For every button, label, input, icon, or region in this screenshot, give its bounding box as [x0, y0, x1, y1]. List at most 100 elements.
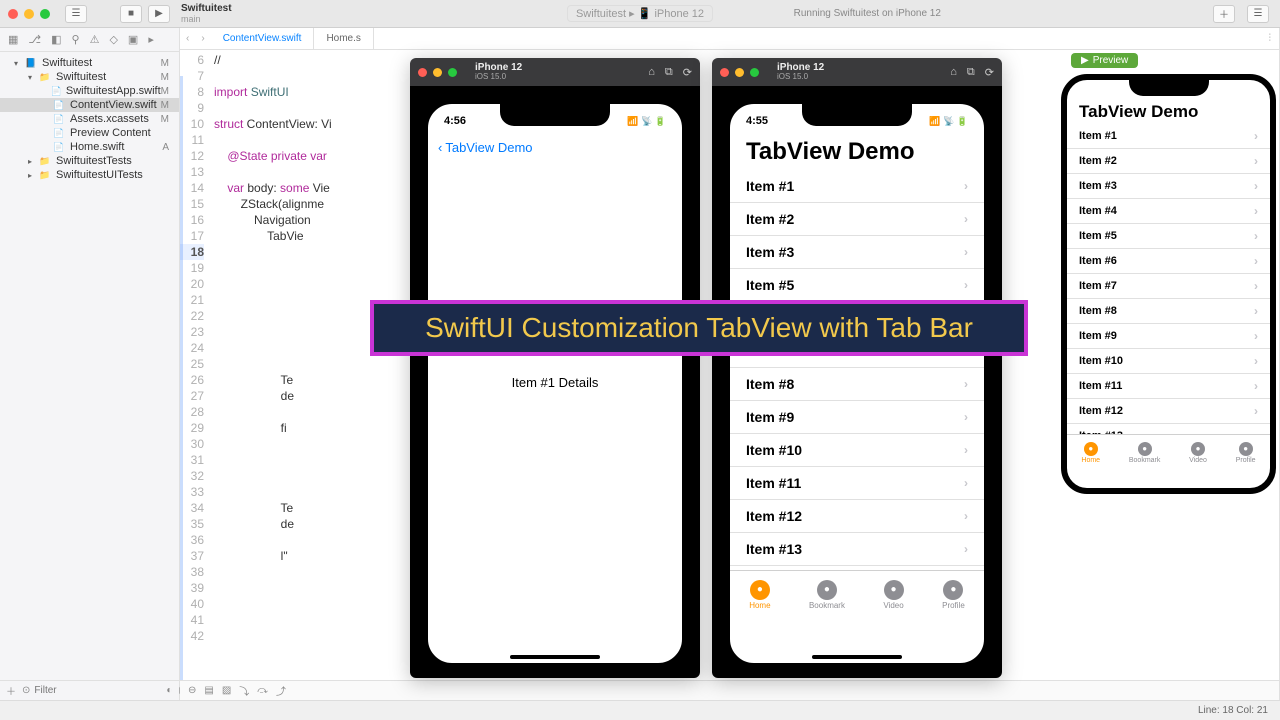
- chevron-right-icon: ›: [1254, 254, 1258, 268]
- tree-group[interactable]: ▸📁SwiftuitestUITests: [0, 168, 179, 182]
- issue-navigator-icon[interactable]: ⚠: [90, 33, 100, 46]
- list-item[interactable]: Item #3›: [730, 236, 984, 269]
- tab-video[interactable]: ●Video: [883, 580, 903, 610]
- scheme-selector[interactable]: Swiftuitest main: [181, 3, 232, 24]
- editor-options-icon[interactable]: ⫶: [1261, 33, 1280, 44]
- toggle-navigator-button[interactable]: ☰: [65, 5, 87, 23]
- run-button[interactable]: ▶: [148, 5, 170, 23]
- stop-button[interactable]: ■: [120, 5, 142, 23]
- chevron-right-icon: ›: [1254, 304, 1258, 318]
- chevron-right-icon: ›: [1254, 329, 1258, 343]
- tab-contentview[interactable]: ContentView.swift: [211, 28, 315, 49]
- list-item[interactable]: Item #1›: [730, 170, 984, 203]
- tree-group[interactable]: ▾📁SwiftuitestM: [0, 70, 179, 84]
- navigator-filter-bar: ＋ ⊙ ◐ ▢: [0, 680, 179, 700]
- debug-navigator-icon[interactable]: ▣: [128, 33, 138, 46]
- list-item[interactable]: Item #11›: [730, 467, 984, 500]
- list-item[interactable]: Item #2›: [1067, 149, 1270, 174]
- file-row[interactable]: 📄ContentView.swiftM: [0, 98, 179, 112]
- breakpoint-navigator-icon[interactable]: ▸: [148, 33, 154, 46]
- file-row[interactable]: 📄Home.swiftA: [0, 140, 179, 154]
- list-item[interactable]: Item #9›: [730, 401, 984, 434]
- tab-home[interactable]: ●Home: [749, 580, 770, 610]
- simulator-detail: iPhone 12iOS 15.0 ⌂⧉⟳ 4:56📶 📡 🔋 ‹TabView…: [410, 58, 700, 678]
- nav-large-title: TabView Demo: [730, 132, 984, 170]
- list-item[interactable]: Item #8›: [1067, 299, 1270, 324]
- recent-filter-icon[interactable]: ◐: [166, 685, 172, 696]
- sim-traffic-lights[interactable]: [720, 68, 759, 77]
- project-navigator-icon[interactable]: ▦: [8, 33, 18, 46]
- scheme-destination[interactable]: Swiftuitest ▸ 📱 iPhone 12: [567, 5, 713, 22]
- file-row[interactable]: 📄Preview Content: [0, 126, 179, 140]
- rotate-icon[interactable]: ⟳: [985, 66, 994, 79]
- preview-badge[interactable]: ▶ Preview: [1071, 53, 1138, 68]
- sim-titlebar[interactable]: iPhone 12iOS 15.0 ⌂⧉⟳: [712, 58, 1002, 86]
- list-item[interactable]: Item #7›: [1067, 274, 1270, 299]
- home-indicator[interactable]: [510, 655, 600, 659]
- step-out-icon[interactable]: ⤴: [276, 683, 286, 698]
- list-item[interactable]: Item #12›: [730, 500, 984, 533]
- tab-profile[interactable]: ●Profile: [1236, 442, 1256, 464]
- navigator-tabs[interactable]: ▦ ⎇ ◧ ⚲ ⚠ ◇ ▣ ▸: [0, 28, 179, 52]
- rotate-icon[interactable]: ⟳: [683, 66, 692, 79]
- screenshot-icon[interactable]: ⧉: [665, 66, 673, 79]
- variables-icon[interactable]: ▨: [222, 685, 231, 696]
- tab-home[interactable]: Home.s: [314, 28, 373, 49]
- tab-profile[interactable]: ●Profile: [942, 580, 965, 610]
- sim-traffic-lights[interactable]: [418, 68, 457, 77]
- list-item[interactable]: Item #13›: [1067, 424, 1270, 434]
- list-item[interactable]: Item #5›: [1067, 224, 1270, 249]
- chevron-right-icon: ›: [1254, 379, 1258, 393]
- nav-back-icon[interactable]: ‹: [180, 33, 195, 44]
- add-file-icon[interactable]: ＋: [6, 683, 16, 698]
- step-over-icon[interactable]: ⤼: [257, 685, 268, 696]
- tab-home[interactable]: ●Home: [1081, 442, 1100, 464]
- list-item[interactable]: Item #3›: [1067, 174, 1270, 199]
- tab-video[interactable]: ●Video: [1189, 442, 1207, 464]
- list-item[interactable]: Item #6›: [1067, 249, 1270, 274]
- nav-forward-icon[interactable]: ›: [195, 33, 210, 44]
- list-item[interactable]: Item #12›: [1067, 399, 1270, 424]
- list-item[interactable]: Item #11›: [1067, 374, 1270, 399]
- window-traffic-lights[interactable]: [8, 9, 50, 19]
- chevron-right-icon: ›: [1254, 279, 1258, 293]
- step-icon[interactable]: ⤵: [239, 683, 249, 698]
- list-item[interactable]: Item #10›: [1067, 349, 1270, 374]
- tree-root[interactable]: ▾📘SwiftuitestM: [0, 56, 179, 70]
- list-item[interactable]: Item #8›: [730, 368, 984, 401]
- filter-input[interactable]: [34, 685, 166, 696]
- filter-icon[interactable]: ⊖: [188, 685, 196, 696]
- library-button[interactable]: ＋: [1213, 5, 1235, 23]
- symbol-navigator-icon[interactable]: ◧: [51, 33, 61, 46]
- test-navigator-icon[interactable]: ◇: [109, 33, 117, 46]
- file-row[interactable]: 📄SwiftuitestApp.swiftM: [0, 84, 179, 98]
- list-item[interactable]: Item #2›: [730, 203, 984, 236]
- console-icon[interactable]: ▤: [204, 685, 213, 696]
- list-item[interactable]: Item #4›: [1067, 199, 1270, 224]
- cursor-position: Line: 18 Col: 21: [1198, 705, 1268, 716]
- chevron-right-icon: ›: [1254, 154, 1258, 168]
- list-item[interactable]: Item #1›: [1067, 124, 1270, 149]
- home-icon[interactable]: ⌂: [648, 66, 655, 79]
- chevron-right-icon: ›: [1254, 429, 1258, 434]
- nav-back-button[interactable]: ‹TabView Demo: [428, 132, 682, 162]
- home-icon[interactable]: ⌂: [950, 66, 957, 79]
- screenshot-icon[interactable]: ⧉: [967, 66, 975, 79]
- home-indicator[interactable]: [812, 655, 902, 659]
- find-navigator-icon[interactable]: ⚲: [72, 33, 80, 46]
- video-icon: ●: [884, 580, 904, 600]
- file-tree[interactable]: ▾📘SwiftuitestM ▾📁SwiftuitestM 📄Swiftuite…: [0, 52, 179, 680]
- file-row[interactable]: 📄Assets.xcassetsM: [0, 112, 179, 126]
- tab-bookmark[interactable]: ●Bookmark: [1129, 442, 1161, 464]
- chevron-right-icon: ›: [964, 509, 968, 523]
- source-control-icon[interactable]: ⎇: [28, 33, 41, 46]
- toggle-inspectors-button[interactable]: ☰: [1247, 5, 1269, 23]
- list-item[interactable]: Item #13›: [730, 533, 984, 566]
- list-item[interactable]: Item #9›: [1067, 324, 1270, 349]
- home-icon: ●: [1084, 442, 1098, 456]
- list-item[interactable]: Item #10›: [730, 434, 984, 467]
- tree-group[interactable]: ▸📁SwiftuitestTests: [0, 154, 179, 168]
- tab-bookmark[interactable]: ●Bookmark: [809, 580, 845, 610]
- sim-titlebar[interactable]: iPhone 12iOS 15.0 ⌂⧉⟳: [410, 58, 700, 86]
- list-item[interactable]: Item #5›: [730, 269, 984, 302]
